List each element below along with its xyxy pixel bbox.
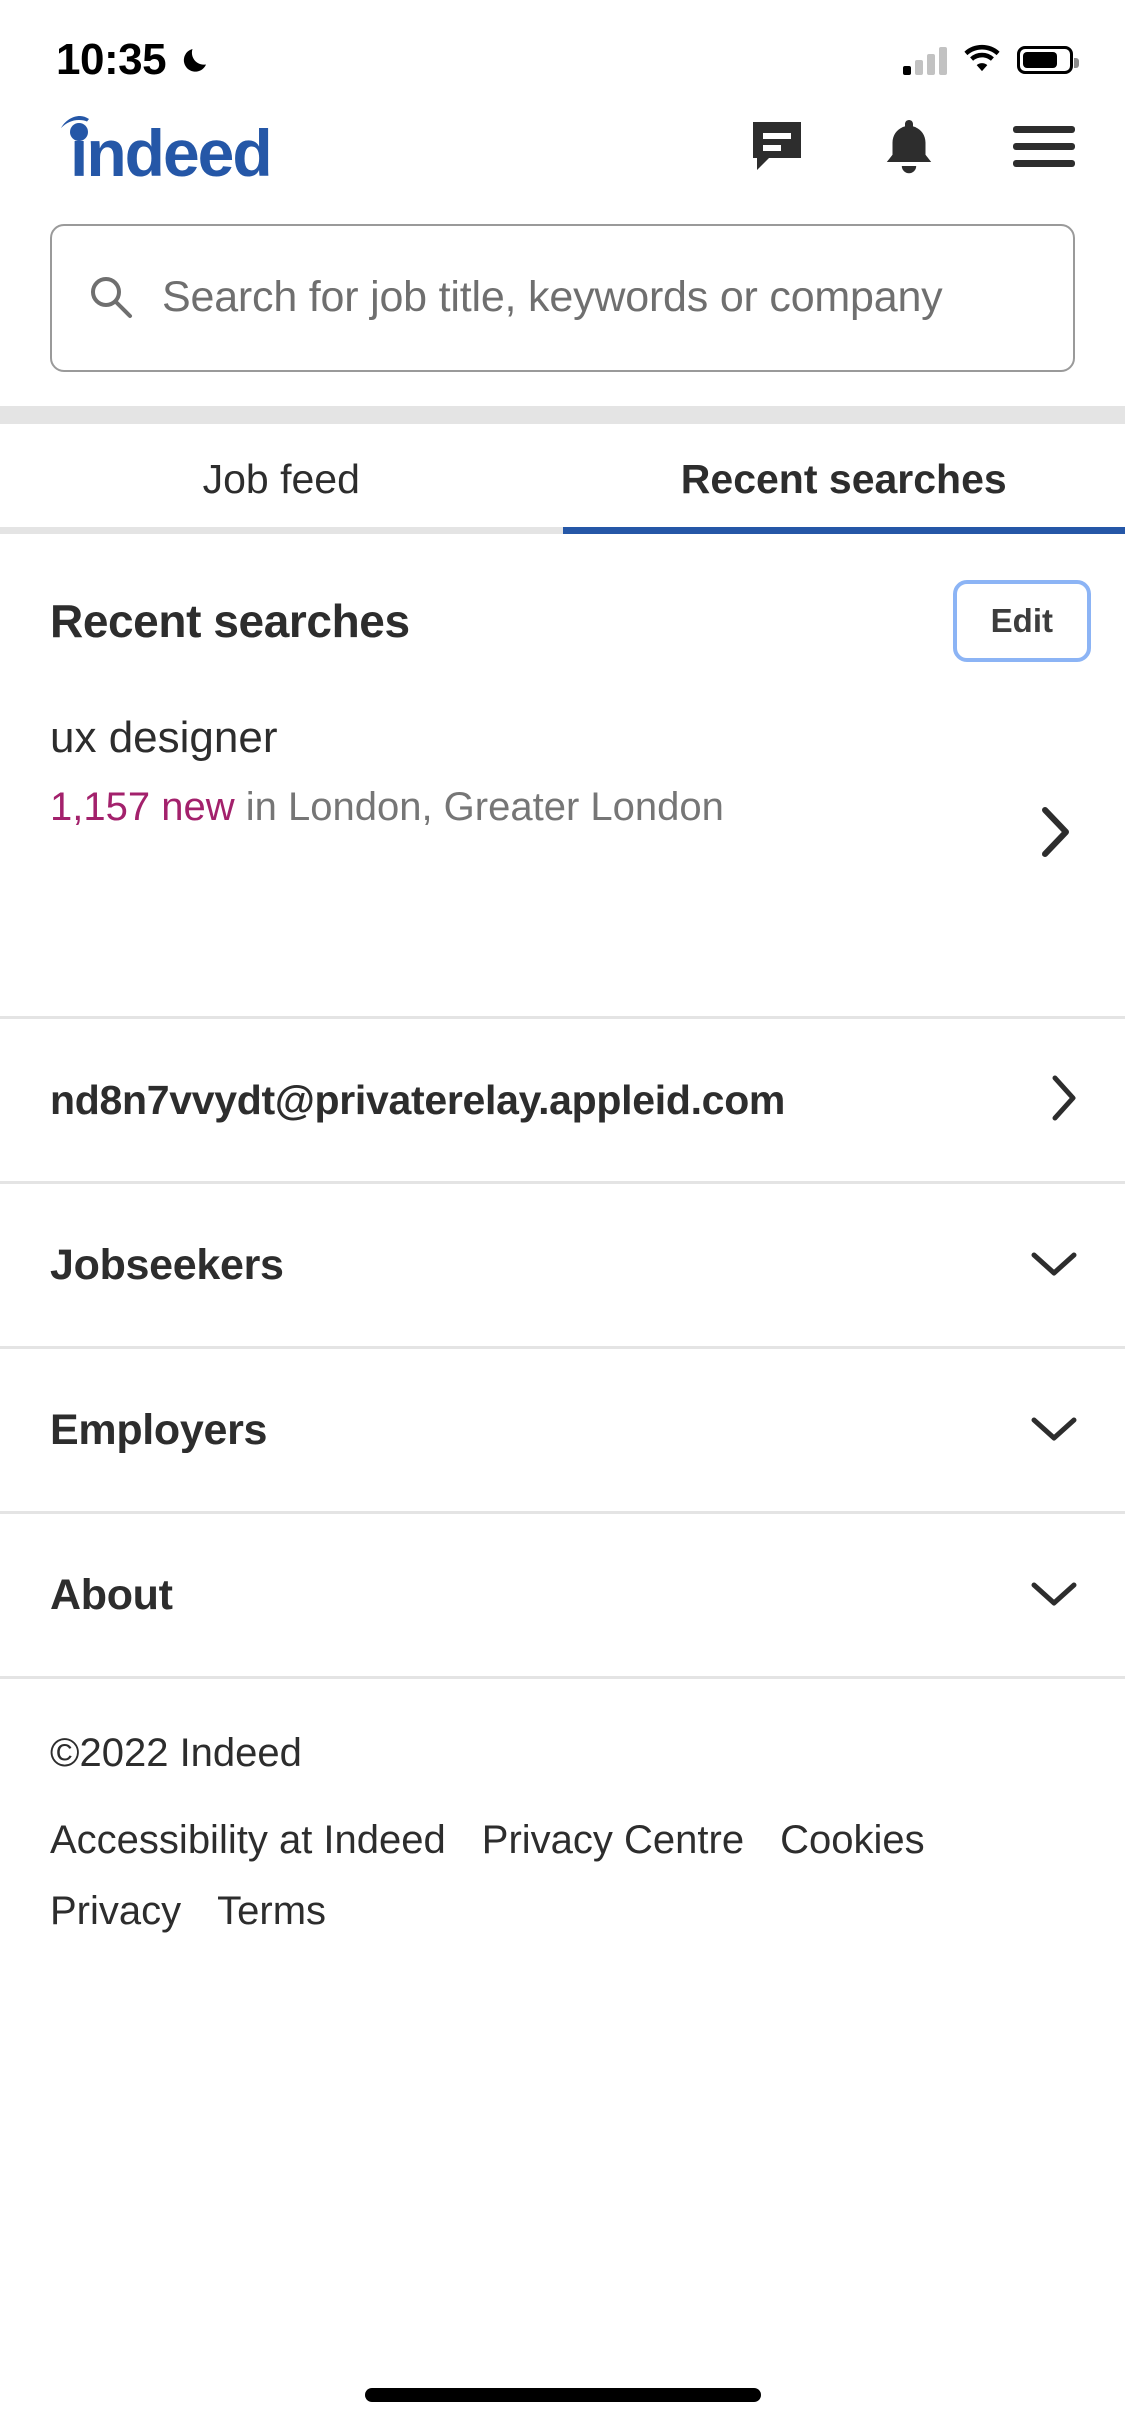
copyright-text: ©2022 Indeed [50, 1731, 302, 1775]
chevron-down-icon[interactable] [1029, 1413, 1079, 1448]
recent-search-location: in London, Greater London [245, 784, 724, 829]
indeed-logo[interactable]: indeed [50, 106, 350, 190]
tab-job-feed-label: Job feed [202, 455, 360, 502]
accordion-employers[interactable]: Employers [0, 1349, 1125, 1514]
recent-search-content: ux designer 1,157 new in London, Greater… [50, 712, 724, 836]
tab-recent-searches-label: Recent searches [680, 455, 1007, 502]
crescent-moon-icon [180, 43, 214, 77]
accordion-jobseekers[interactable]: Jobseekers [0, 1184, 1125, 1349]
app-header: indeed [0, 92, 1125, 200]
new-jobs-count: 1,157 new [50, 784, 235, 829]
tab-recent-searches-underline [562, 527, 1125, 534]
message-icon[interactable] [749, 120, 805, 172]
accordion-about-label: About [50, 1570, 173, 1619]
tab-job-feed-underline [0, 527, 563, 534]
tab-job-feed[interactable]: Job feed [0, 424, 563, 534]
accordion-about[interactable]: About [0, 1514, 1125, 1679]
wifi-icon [963, 43, 1001, 78]
status-bar-right [903, 43, 1079, 78]
search-input[interactable]: Search for job title, keywords or compan… [50, 224, 1075, 372]
footer-link-accessibility[interactable]: Accessibility at Indeed [50, 1818, 446, 1863]
chevron-down-icon[interactable] [1029, 1578, 1079, 1613]
search-section: Search for job title, keywords or compan… [0, 200, 1125, 406]
battery-icon [1017, 46, 1079, 74]
footer-link-privacy[interactable]: Privacy [50, 1889, 181, 1934]
page-title: Recent searches [50, 595, 410, 647]
tabs-top-divider [0, 406, 1125, 424]
home-indicator [364, 2388, 761, 2402]
footer-links: Accessibility at Indeed Privacy Centre C… [50, 1818, 1075, 1934]
status-bar: 10:35 [0, 0, 1125, 92]
accordion-jobseekers-label: Jobseekers [50, 1240, 284, 1289]
footer-link-cookies[interactable]: Cookies [780, 1818, 925, 1863]
cellular-signal-icon [903, 45, 947, 75]
footer: ©2022 Indeed Accessibility at Indeed Pri… [0, 1679, 1125, 1934]
app-header-actions [749, 118, 1081, 174]
chevron-down-icon[interactable] [1029, 1248, 1079, 1283]
search-placeholder: Search for job title, keywords or compan… [162, 273, 943, 322]
edit-button[interactable]: Edit [952, 580, 1091, 662]
status-time: 10:35 [56, 35, 167, 84]
svg-text:indeed: indeed [70, 116, 271, 182]
list-item[interactable]: ux designer 1,157 new in London, Greater… [0, 690, 1125, 940]
hamburger-menu-icon[interactable] [1013, 124, 1075, 168]
tab-bar: Job feed Recent searches [0, 424, 1125, 534]
recent-search-meta: 1,157 new in London, Greater London [50, 779, 724, 836]
tab-recent-searches[interactable]: Recent searches [562, 424, 1125, 534]
footer-link-privacy-centre[interactable]: Privacy Centre [482, 1818, 744, 1863]
footer-link-terms[interactable]: Terms [217, 1889, 326, 1934]
section-header: Recent searches Edit [0, 534, 1125, 690]
accordion-employers-label: Employers [50, 1405, 268, 1454]
chevron-right-icon[interactable] [1039, 712, 1081, 865]
account-email: nd8n7vvydt@privaterelay.appleid.com [50, 1076, 786, 1123]
account-row[interactable]: nd8n7vvydt@privaterelay.appleid.com [0, 1019, 1125, 1184]
bell-icon[interactable] [883, 118, 935, 174]
recent-search-query: ux designer [50, 713, 278, 762]
status-bar-left: 10:35 [56, 35, 214, 85]
chevron-right-icon[interactable] [1049, 1073, 1079, 1128]
search-icon [86, 272, 134, 325]
